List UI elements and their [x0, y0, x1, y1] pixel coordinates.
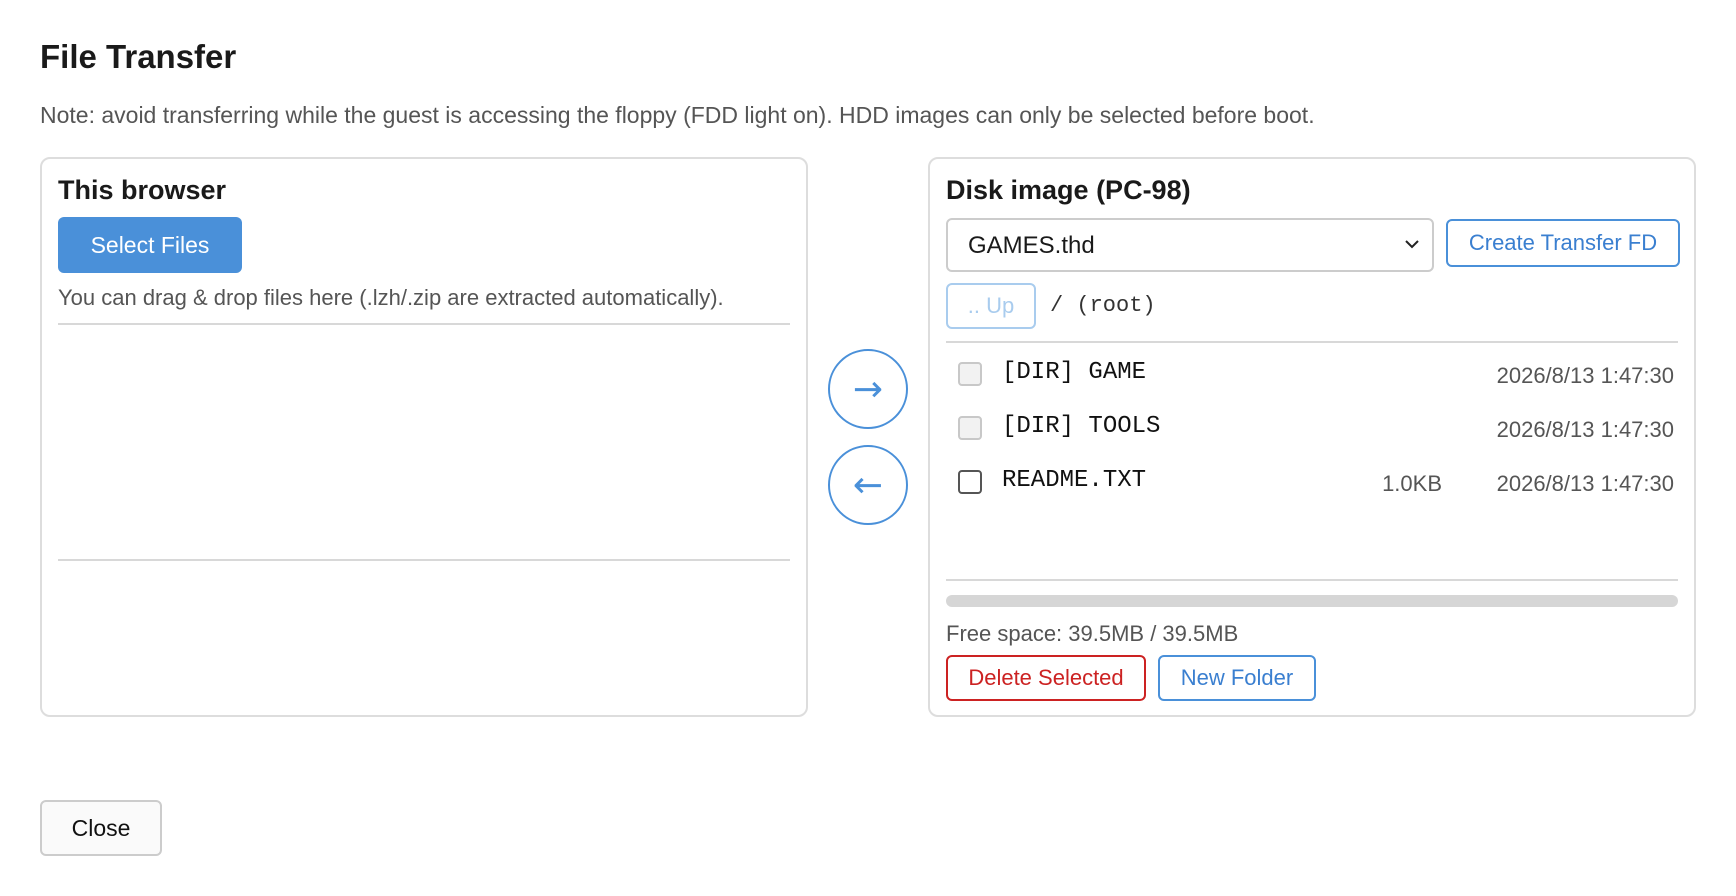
- dialog-title: File Transfer: [40, 38, 237, 75]
- disk-image-select[interactable]: GAMES.thd: [946, 218, 1434, 272]
- transfer-note: Note: avoid transferring while the guest…: [40, 102, 1315, 128]
- file-date: 2026/8/13 1:47:30: [1496, 471, 1674, 496]
- chevron-down-icon: [1405, 240, 1419, 249]
- disk-image-select-value: GAMES.thd: [968, 232, 1095, 259]
- file-name: [DIR] GAME: [1002, 359, 1147, 386]
- disk-usage-bar: [946, 595, 1678, 607]
- current-path: / (root): [1050, 293, 1156, 318]
- transfer-to-browser-button[interactable]: ←: [828, 445, 908, 525]
- file-row[interactable]: README.TXT 1.0KB 2026/8/13 1:47:30: [946, 463, 1678, 503]
- file-date: 2026/8/13 1:47:30: [1496, 363, 1674, 388]
- create-transfer-fd-button[interactable]: Create Transfer FD: [1446, 219, 1680, 267]
- browser-file-list[interactable]: [58, 323, 790, 561]
- file-size: 1.0KB: [1382, 471, 1442, 496]
- browser-panel: This browser Select Files You can drag &…: [40, 157, 808, 717]
- transfer-to-disk-button[interactable]: →: [828, 349, 908, 429]
- file-row[interactable]: [DIR] TOOLS 2026/8/13 1:47:30: [946, 409, 1678, 449]
- free-space-text: Free space: 39.5MB / 39.5MB: [946, 621, 1239, 646]
- delete-selected-button[interactable]: Delete Selected: [946, 655, 1146, 701]
- browser-panel-title: This browser: [58, 175, 227, 205]
- arrow-left-icon: ←: [852, 464, 884, 506]
- file-name: README.TXT: [1002, 467, 1147, 494]
- file-date: 2026/8/13 1:47:30: [1496, 417, 1674, 442]
- close-button[interactable]: Close: [40, 800, 162, 856]
- file-checkbox[interactable]: [958, 470, 982, 494]
- file-name: [DIR] TOOLS: [1002, 413, 1161, 440]
- disk-panel: Disk image (PC-98) GAMES.thd Create Tran…: [928, 157, 1696, 717]
- file-checkbox: [958, 416, 982, 440]
- file-row[interactable]: [DIR] GAME 2026/8/13 1:47:30: [946, 355, 1678, 395]
- disk-panel-title: Disk image (PC-98): [946, 175, 1191, 205]
- arrow-right-icon: →: [852, 368, 884, 410]
- new-folder-button[interactable]: New Folder: [1158, 655, 1316, 701]
- select-files-button[interactable]: Select Files: [58, 217, 242, 273]
- file-checkbox: [958, 362, 982, 386]
- drag-drop-hint: You can drag & drop files here (.lzh/.zi…: [58, 285, 724, 310]
- disk-file-list: [DIR] GAME 2026/8/13 1:47:30 [DIR] TOOLS…: [946, 341, 1678, 581]
- up-directory-button[interactable]: .. Up: [946, 283, 1036, 329]
